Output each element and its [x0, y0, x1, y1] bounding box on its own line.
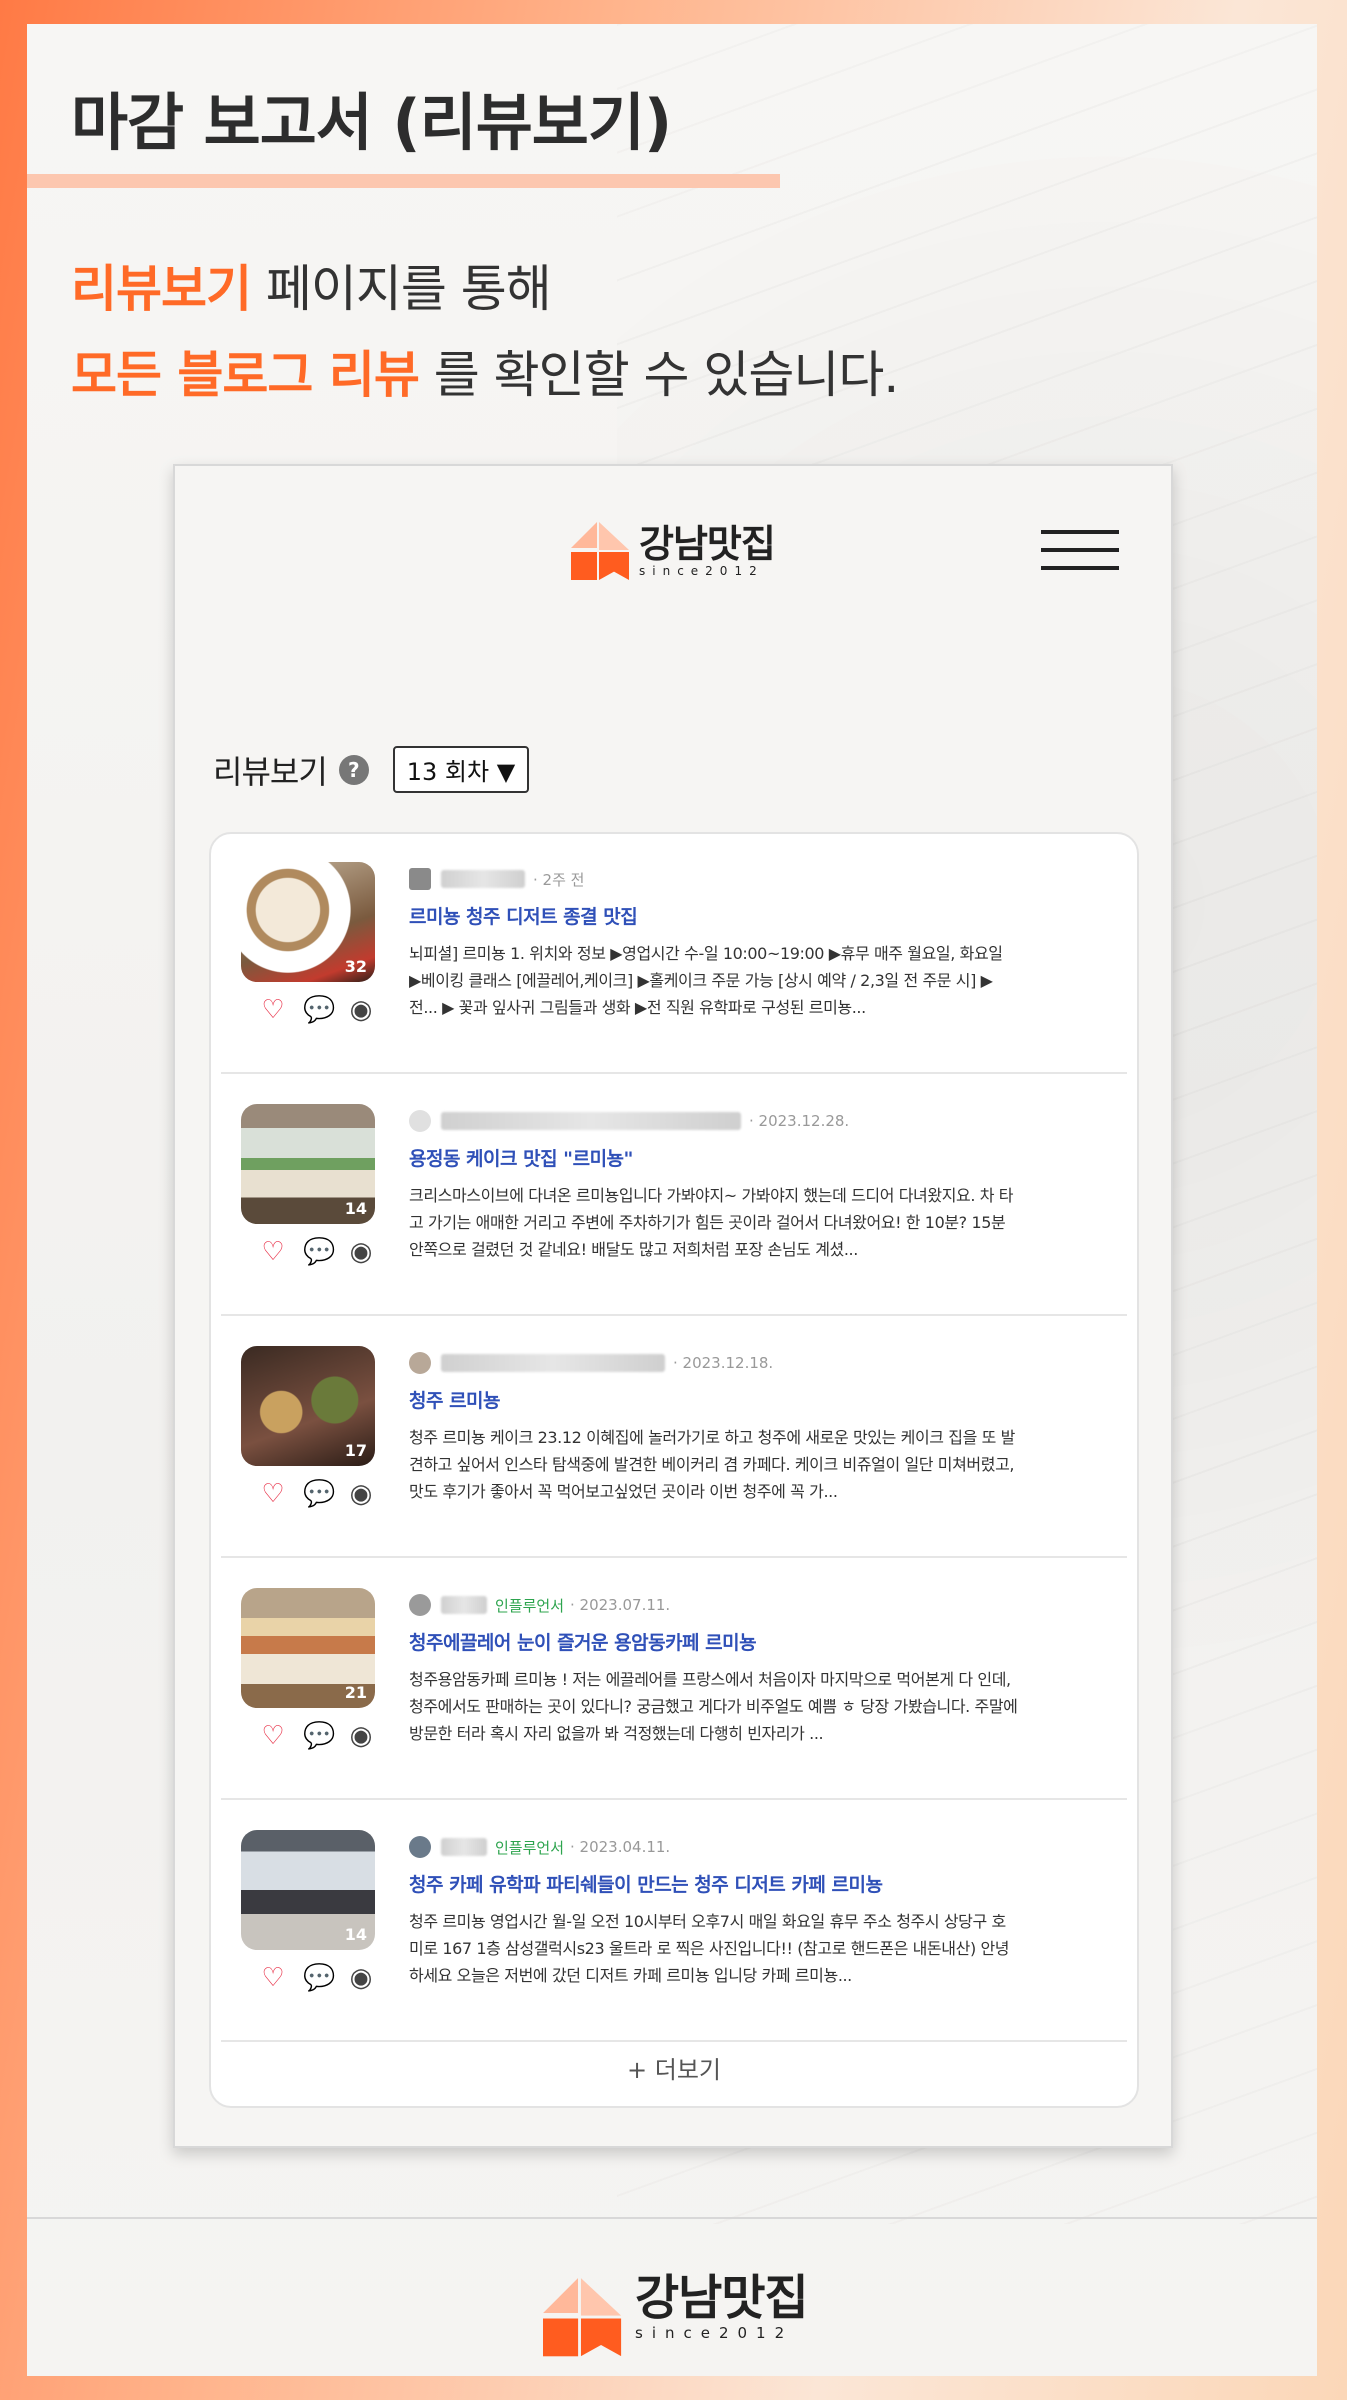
review-date: · 2023.07.11. — [570, 1596, 671, 1614]
review-meta: 인플루언서 · 2023.04.11. — [409, 1836, 670, 1858]
report-card: 마감 보고서 (리뷰보기) 리뷰보기 페이지를 통해 모든 블로그 리뷰 를 확… — [27, 24, 1317, 2376]
photo-count: 17 — [344, 1441, 367, 1460]
review-excerpt: 크리스마스이브에 다녀온 르미뇽입니다 가봐야지~ 가봐야지 했는데 드디어 다… — [409, 1186, 1014, 1259]
review-excerpt: 청주 르미뇽 케이크 23.12 이혜집에 놀러가기로 하고 청주에 새로운 맛… — [409, 1428, 1015, 1501]
influencer-badge: 인플루언서 — [495, 1596, 565, 1615]
more-button[interactable]: + 더보기 — [211, 2050, 1137, 2085]
review-meta: · 2주 전 — [409, 868, 584, 890]
eye-icon[interactable]: ◉ — [347, 996, 375, 1024]
help-icon[interactable]: ? — [338, 754, 369, 785]
comment-icon[interactable]: 💬 — [303, 1964, 335, 1992]
footer-logo-since: since2012 — [635, 2324, 794, 2342]
review-meta: · 2023.12.18. — [409, 1352, 773, 1374]
blog-avatar — [409, 868, 431, 890]
blog-avatar — [409, 1110, 431, 1132]
intro-rest-2: 를 확인할 수 있습니다. — [418, 346, 900, 404]
footer-logo: 강남맛집 since2012 — [543, 2270, 809, 2357]
heart-icon[interactable]: ♡ — [259, 1238, 287, 1266]
comment-icon[interactable]: 💬 — [303, 1238, 335, 1266]
footer-logo-name: 강남맛집 — [635, 2270, 809, 2326]
review-date: · 2023.04.11. — [570, 1838, 671, 1856]
comment-icon[interactable]: 💬 — [303, 996, 335, 1024]
review-header: 리뷰보기 ? 13 회차 ▼ — [213, 746, 530, 793]
heart-icon[interactable]: ♡ — [259, 1480, 287, 1508]
review-actions: ♡ 💬 ◉ — [259, 1238, 375, 1266]
blog-avatar — [409, 1836, 431, 1858]
review-meta: · 2023.12.28. — [409, 1110, 849, 1132]
review-title: 리뷰보기 — [213, 752, 328, 791]
heart-icon[interactable]: ♡ — [259, 996, 287, 1024]
logo-mark-icon — [543, 2278, 622, 2357]
intro-highlight-1: 리뷰보기 — [71, 260, 252, 318]
intro-rest-1: 페이지를 통해 — [251, 260, 552, 318]
blog-avatar — [409, 1352, 431, 1374]
review-title-link[interactable]: 르미뇽 청주 디저트 종결 맛집 — [409, 902, 638, 929]
title-underline — [27, 174, 780, 188]
review-thumbnail[interactable]: 17 — [241, 1346, 375, 1466]
hamburger-menu-icon[interactable] — [1041, 530, 1119, 576]
blog-avatar — [409, 1594, 431, 1616]
review-excerpt: 청주용암동카페 르미뇽 ! 저는 에끌레어를 프랑스에서 처음이자 마지막으로 … — [409, 1670, 1018, 1743]
photo-count: 21 — [344, 1683, 367, 1702]
app-logo[interactable]: 강남맛집 since2012 — [571, 522, 776, 580]
review-meta: 인플루언서 · 2023.07.11. — [409, 1594, 670, 1616]
app-screenshot: 강남맛집 since2012 리뷰보기 ? 13 회차 ▼ 32 ♡ 💬 ◉ ·… — [173, 464, 1173, 2148]
review-actions: ♡ 💬 ◉ — [259, 1722, 375, 1750]
blurred-author — [441, 1596, 487, 1614]
review-actions: ♡ 💬 ◉ — [259, 1964, 375, 1992]
heart-icon[interactable]: ♡ — [259, 1964, 287, 1992]
review-thumbnail[interactable]: 32 — [241, 862, 375, 982]
intro-line-1: 리뷰보기 페이지를 통해 — [71, 246, 898, 332]
page-title: 마감 보고서 (리뷰보기) — [71, 86, 672, 159]
footer-divider — [27, 2217, 1317, 2219]
blurred-author — [441, 1838, 487, 1856]
intro-line-2: 모든 블로그 리뷰 를 확인할 수 있습니다. — [71, 332, 900, 418]
review-date: · 2주 전 — [533, 870, 585, 889]
review-excerpt: 청주 르미뇽 영업시간 월-일 오전 10시부터 오후7시 매일 화요일 휴무 … — [409, 1912, 1010, 1985]
logo-name: 강남맛집 — [639, 522, 776, 566]
photo-count: 14 — [344, 1199, 367, 1218]
logo-since: since2012 — [639, 564, 764, 578]
photo-count: 32 — [344, 957, 367, 976]
review-actions: ♡ 💬 ◉ — [259, 1480, 375, 1508]
list-item[interactable]: 21 ♡ 💬 ◉ 인플루언서 · 2023.07.11. 청주에끌레어 눈이 즐… — [221, 1560, 1127, 1800]
review-actions: ♡ 💬 ◉ — [259, 996, 375, 1024]
photo-count: 14 — [344, 1925, 367, 1944]
influencer-badge: 인플루언서 — [495, 1838, 565, 1857]
review-title-link[interactable]: 청주 르미뇽 — [409, 1386, 501, 1413]
review-date: · 2023.12.28. — [749, 1112, 850, 1130]
eye-icon[interactable]: ◉ — [347, 1238, 375, 1266]
review-thumbnail[interactable]: 21 — [241, 1588, 375, 1708]
eye-icon[interactable]: ◉ — [347, 1722, 375, 1750]
review-title-link[interactable]: 용정동 케이크 맛집 "르미뇽" — [409, 1144, 633, 1171]
comment-icon[interactable]: 💬 — [303, 1722, 335, 1750]
eye-icon[interactable]: ◉ — [347, 1480, 375, 1508]
review-thumbnail[interactable]: 14 — [241, 1830, 375, 1950]
list-item[interactable]: 32 ♡ 💬 ◉ · 2주 전 르미뇽 청주 디저트 종결 맛집 뇌피셜] 르미… — [221, 834, 1127, 1074]
intro-highlight-2: 모든 블로그 리뷰 — [71, 346, 420, 404]
eye-icon[interactable]: ◉ — [347, 1964, 375, 1992]
blurred-author — [441, 1112, 741, 1130]
blurred-author — [441, 870, 525, 888]
review-thumbnail[interactable]: 14 — [241, 1104, 375, 1224]
list-item[interactable]: 14 ♡ 💬 ◉ · 2023.12.28. 용정동 케이크 맛집 "르미뇽" … — [221, 1076, 1127, 1316]
review-list: 32 ♡ 💬 ◉ · 2주 전 르미뇽 청주 디저트 종결 맛집 뇌피셜] 르미… — [209, 832, 1139, 2108]
logo-mark-icon — [571, 522, 629, 580]
blurred-author — [441, 1354, 665, 1372]
comment-icon[interactable]: 💬 — [303, 1480, 335, 1508]
list-item[interactable]: 17 ♡ 💬 ◉ · 2023.12.18. 청주 르미뇽 청주 르미뇽 케이크… — [221, 1318, 1127, 1558]
list-item[interactable]: 14 ♡ 💬 ◉ 인플루언서 · 2023.04.11. 청주 카페 유학파 파… — [221, 1802, 1127, 2042]
review-title-link[interactable]: 청주 카페 유학파 파티쉐들이 만드는 청주 디저트 카페 르미뇽 — [409, 1870, 883, 1897]
heart-icon[interactable]: ♡ — [259, 1722, 287, 1750]
round-select[interactable]: 13 회차 ▼ — [392, 746, 530, 793]
review-excerpt: 뇌피셜] 르미뇽 1. 위치와 정보 ▶영업시간 수-일 10:00~19:00… — [409, 944, 1003, 1017]
intro-text: 리뷰보기 페이지를 통해 모든 블로그 리뷰 를 확인할 수 있습니다. — [71, 246, 900, 418]
review-date: · 2023.12.18. — [673, 1354, 774, 1372]
review-title-link[interactable]: 청주에끌레어 눈이 즐거운 용암동카페 르미뇽 — [409, 1628, 757, 1655]
